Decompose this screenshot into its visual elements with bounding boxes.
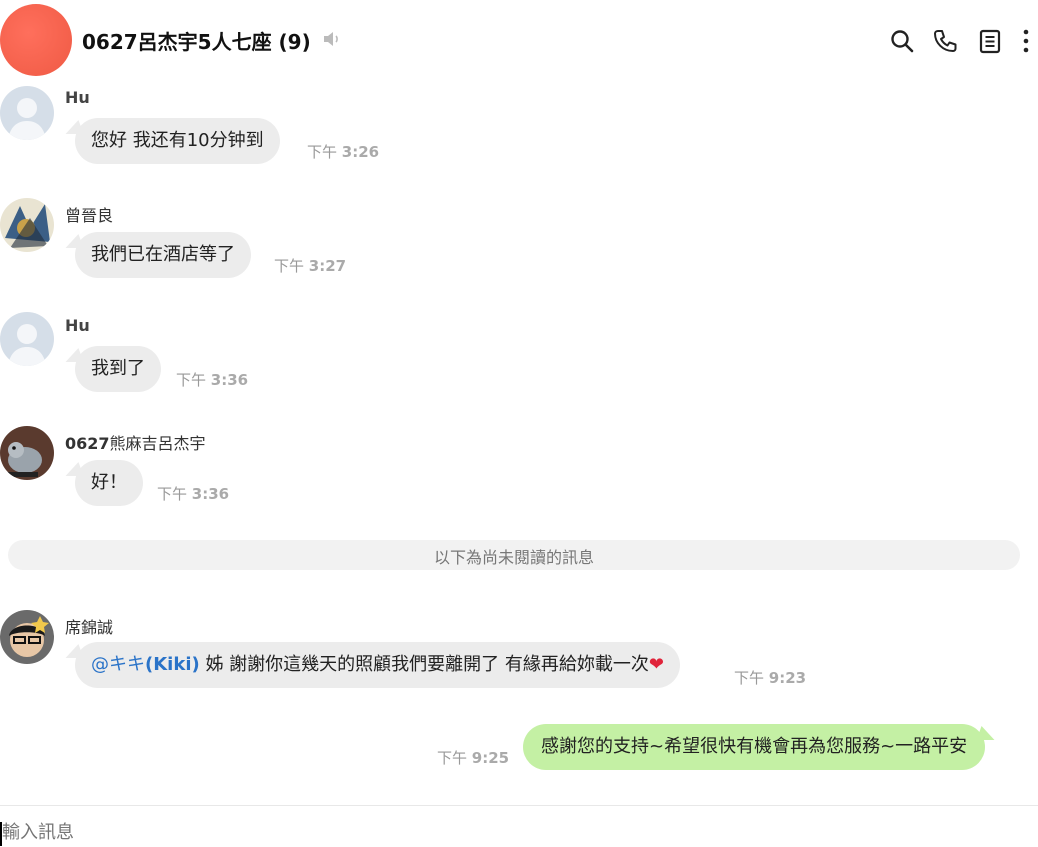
mention-link[interactable]: @キキ(Kiki) xyxy=(91,654,200,675)
phone-icon[interactable] xyxy=(932,28,958,54)
text-caret xyxy=(0,822,2,846)
message-time: 下午 3:36 xyxy=(157,485,230,503)
message-time: 下午 3:26 xyxy=(307,143,380,161)
chat-header: 0627呂杰宇5人七座 (9) xyxy=(0,0,1038,82)
avatar[interactable] xyxy=(0,86,54,140)
message-bubble[interactable]: @キキ(Kiki) 姊 謝謝你這幾天的照顧我們要離開了 有緣再給妳載一次❤ xyxy=(75,642,680,688)
avatar[interactable] xyxy=(0,426,54,480)
message-bubble[interactable]: 您好 我还有10分钟到 xyxy=(75,118,280,164)
message-input[interactable] xyxy=(0,818,1038,847)
unread-divider: 以下為尚未閱讀的訊息 xyxy=(8,540,1020,570)
sender-name: Hu xyxy=(65,88,90,107)
message-time: 下午 3:27 xyxy=(274,257,347,275)
heart-icon: ❤ xyxy=(648,654,664,675)
composer-divider xyxy=(0,805,1038,806)
outgoing-message-bubble[interactable]: 感謝您的支持~希望很快有機會再為您服務~一路平安 xyxy=(523,724,986,770)
more-icon[interactable] xyxy=(1016,28,1036,54)
notes-icon[interactable] xyxy=(977,28,1003,54)
message-time: 下午 9:23 xyxy=(734,669,807,687)
sender-name: Hu xyxy=(65,316,90,335)
avatar[interactable] xyxy=(0,312,54,366)
search-icon[interactable] xyxy=(889,28,915,54)
speaker-icon xyxy=(322,29,342,53)
message-time: 下午 9:25 xyxy=(437,749,510,767)
message-bubble[interactable]: 我到了 xyxy=(75,346,161,392)
message-bubble[interactable]: 好！ xyxy=(75,460,143,506)
sender-name: 曾晉良 xyxy=(65,206,114,225)
message-time: 下午 3:36 xyxy=(176,371,249,389)
avatar[interactable] xyxy=(0,610,54,664)
group-avatar[interactable] xyxy=(0,4,72,76)
sender-name: 席錦誠 xyxy=(65,618,114,637)
avatar[interactable] xyxy=(0,198,54,252)
message-bubble[interactable]: 我們已在酒店等了 xyxy=(75,232,251,278)
chat-title[interactable]: 0627呂杰宇5人七座 (9) xyxy=(82,26,311,55)
sender-name: 0627熊麻吉呂杰宇 xyxy=(65,434,206,453)
